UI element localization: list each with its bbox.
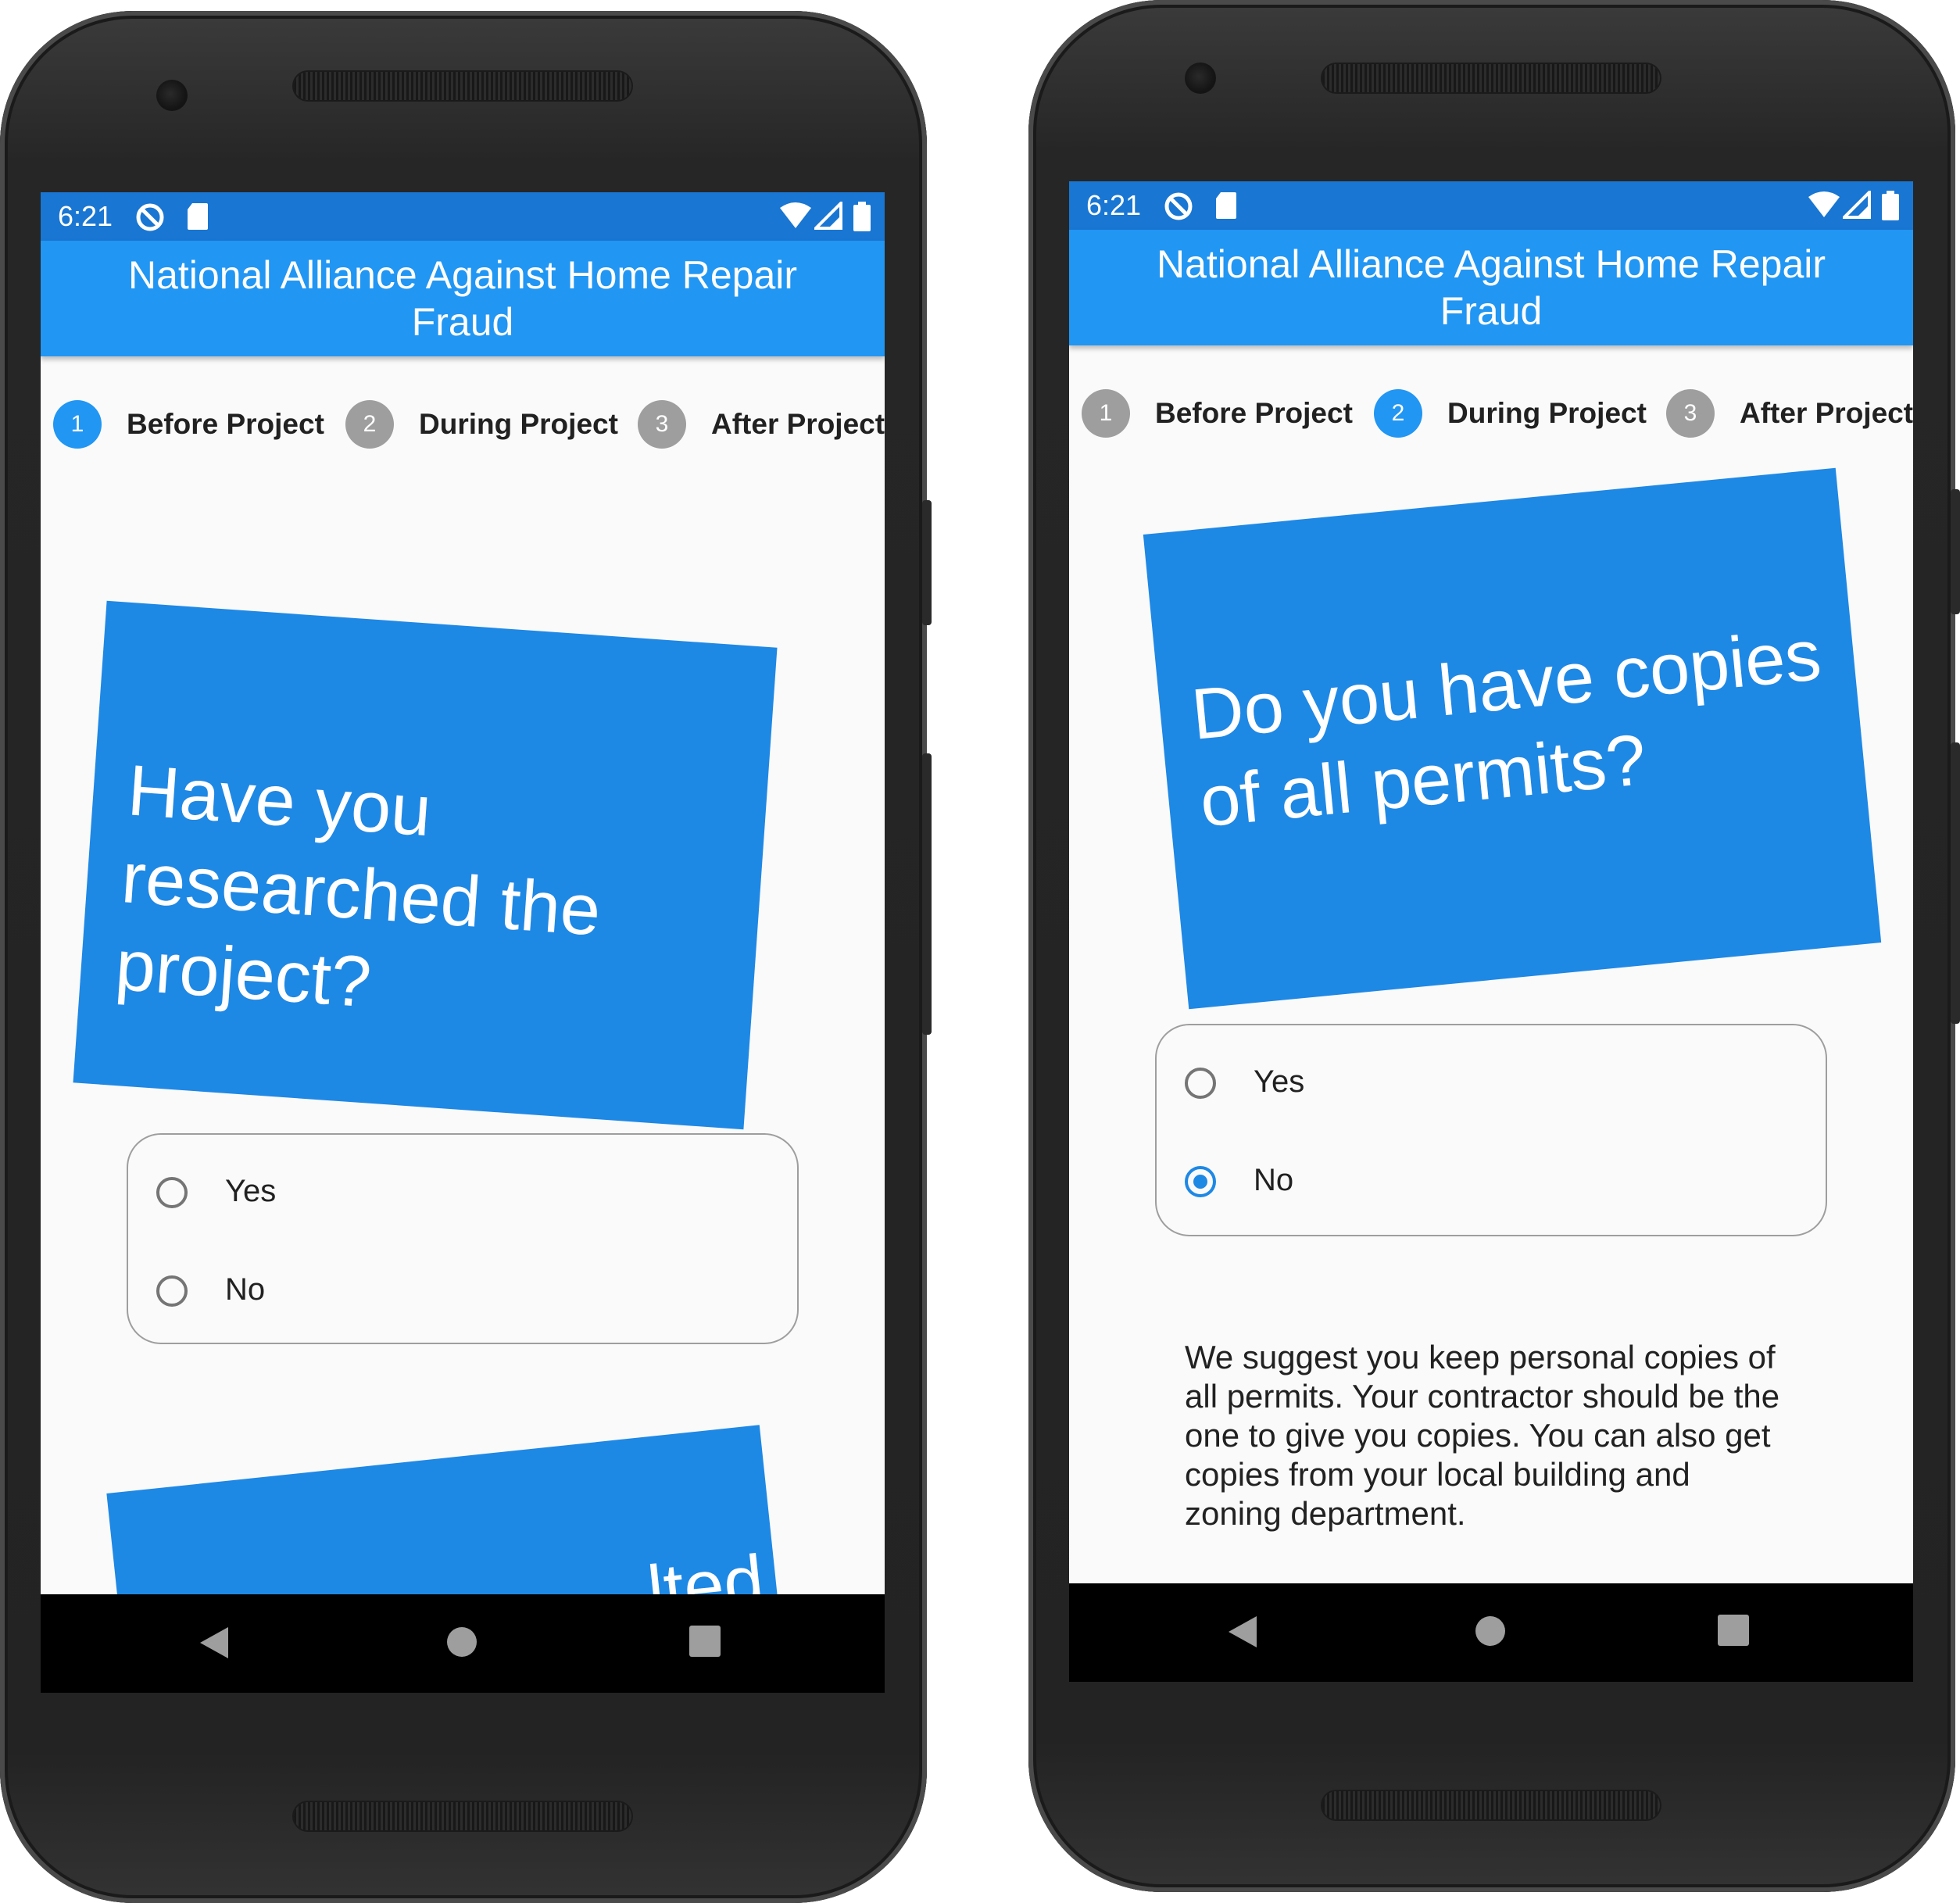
radio-checked-icon[interactable] [1185, 1166, 1216, 1197]
app-title: National Alliance Against Home Repair Fr… [127, 253, 798, 344]
step-number: 1 [1082, 389, 1130, 438]
recents-icon[interactable] [1718, 1615, 1749, 1646]
status-bar: 6:21 [1069, 181, 1913, 230]
option-label: No [225, 1272, 266, 1307]
step-during-project[interactable]: 2 During Project [345, 400, 618, 450]
status-bar: 6:21 [41, 192, 885, 241]
answer-options: Yes No [1155, 1024, 1827, 1236]
step-label: Before Project [127, 408, 324, 440]
wifi-icon [1808, 191, 1840, 217]
stepper: 1 Before Project 2 During Project 3 Afte… [1069, 345, 1913, 486]
home-icon[interactable] [445, 1626, 478, 1658]
step-number: 3 [1666, 389, 1715, 438]
step-after-project[interactable]: 3 After Project [1666, 389, 1913, 439]
radio-unchecked-icon[interactable] [1185, 1068, 1216, 1099]
back-icon[interactable] [199, 1626, 230, 1660]
step-number: 2 [1374, 389, 1422, 438]
step-label: Before Project [1155, 397, 1353, 429]
sd-card-icon [1216, 192, 1236, 219]
question-line: project? [113, 925, 374, 1023]
recents-icon[interactable] [689, 1626, 721, 1657]
question-card: Do you have copies of all permits? [1143, 467, 1882, 1010]
option-no[interactable]: No [1185, 1160, 1732, 1222]
question-card: Have you researched the project? [73, 600, 778, 1130]
radio-unchecked-icon[interactable] [156, 1275, 188, 1307]
radio-unchecked-icon[interactable] [156, 1177, 188, 1208]
step-during-project[interactable]: 2 During Project [1374, 389, 1647, 439]
app-bar: National Alliance Against Home Repair Fr… [41, 241, 885, 356]
home-icon[interactable] [1474, 1615, 1507, 1647]
volume-button [1951, 742, 1960, 1024]
nav-bar [1069, 1583, 1913, 1682]
suggestion-line: We suggest you keep personal copies of [1185, 1339, 1776, 1375]
signal-icon [1843, 191, 1871, 219]
stepper: 1 Before Project 2 During Project 3 Afte… [41, 356, 885, 497]
option-label: Yes [1254, 1064, 1305, 1099]
option-label: Yes [225, 1174, 277, 1208]
app-title: National Alliance Against Home Repair Fr… [1156, 242, 1826, 333]
bottom-speaker [294, 1802, 631, 1830]
step-label: During Project [419, 408, 618, 440]
signal-icon [814, 202, 842, 230]
bottom-speaker [1322, 1791, 1660, 1819]
front-camera [156, 80, 188, 111]
step-number: 3 [638, 400, 686, 449]
screen: 6:21 National Alliance Against Home Repa… [41, 192, 885, 1693]
option-no[interactable]: No [156, 1269, 703, 1332]
step-before-project[interactable]: 1 Before Project [1082, 389, 1353, 439]
step-after-project[interactable]: 3 After Project [638, 400, 885, 450]
top-speaker [1322, 64, 1660, 92]
data-saver-icon [1164, 192, 1193, 220]
step-label: After Project [1740, 397, 1913, 429]
phone-right: 6:21 National Alliance Against Home Repa… [1028, 0, 1960, 1892]
step-label: During Project [1447, 397, 1647, 429]
power-button [922, 500, 932, 625]
suggestion-line: one to give you copies. You can also get [1185, 1417, 1771, 1454]
status-time: 6:21 [58, 200, 113, 232]
option-label: No [1254, 1163, 1294, 1197]
step-label: After Project [711, 408, 885, 440]
step-number: 2 [345, 400, 394, 449]
phone-left: 6:21 National Alliance Against Home Repa… [0, 11, 932, 1903]
nav-bar [41, 1594, 885, 1693]
suggestion-line: zoning department. [1185, 1495, 1466, 1532]
back-icon[interactable] [1227, 1615, 1258, 1649]
battery-icon [1882, 191, 1899, 220]
option-yes[interactable]: Yes [156, 1171, 703, 1233]
battery-icon [853, 202, 871, 231]
screen: 6:21 National Alliance Against Home Repa… [1069, 181, 1913, 1682]
option-yes[interactable]: Yes [1185, 1061, 1732, 1124]
front-camera [1185, 63, 1216, 94]
step-before-project[interactable]: 1 Before Project [53, 400, 324, 450]
status-time: 6:21 [1086, 189, 1142, 221]
answer-options: Yes No [127, 1133, 799, 1344]
sd-card-icon [188, 203, 208, 230]
data-saver-icon [136, 203, 164, 231]
top-speaker [294, 72, 631, 100]
step-number: 1 [53, 400, 102, 449]
suggestion-text: We suggest you keep personal copies of a… [1185, 1338, 1826, 1533]
wifi-icon [780, 202, 811, 228]
app-bar: National Alliance Against Home Repair Fr… [1069, 230, 1913, 345]
suggestion-line: copies from your local building and [1185, 1456, 1690, 1493]
suggestion-line: all permits. Your contractor should be t… [1185, 1378, 1780, 1415]
power-button [1951, 489, 1960, 614]
volume-button [922, 753, 932, 1035]
